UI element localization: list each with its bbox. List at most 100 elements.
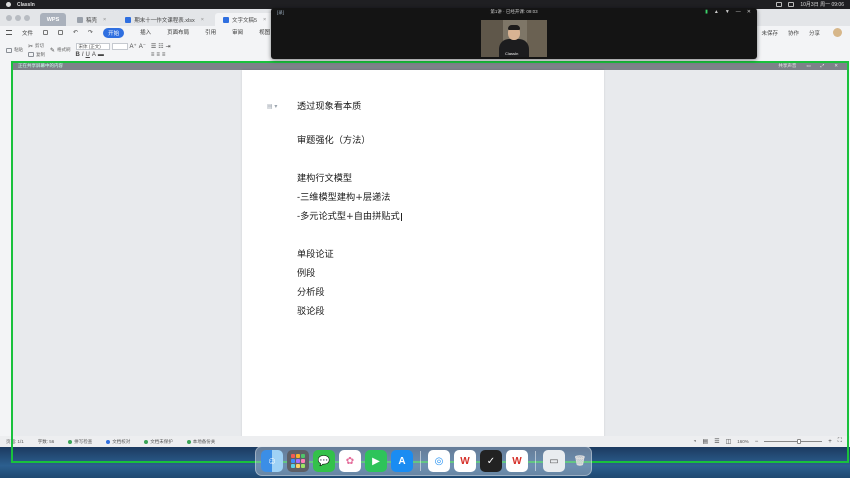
page-layout-icon[interactable]: ▤ ▾ [267,103,277,110]
document-line[interactable]: 例段 [297,265,315,279]
facetime-icon[interactable]: ▶ [365,450,387,472]
ribbon-tab-4[interactable]: 审阅 [232,28,243,38]
undo-icon[interactable]: ↶ [73,29,78,36]
ribbon-tab-3[interactable]: 引用 [205,28,216,38]
grow-font-icon[interactable]: A⁺ [130,43,137,50]
backup-status[interactable]: 本地备份关 [186,439,215,445]
redo-icon[interactable]: ↷ [88,29,93,36]
panel-collapse-icon[interactable]: ▲ [714,9,719,15]
align-left-icon[interactable]: ≡ [151,52,155,58]
bullets-icon[interactable]: ☰ [151,43,156,50]
photos-icon[interactable]: ✿ [339,450,361,472]
panel-close-icon[interactable]: ✕ [747,9,751,15]
apple-icon[interactable] [6,2,11,7]
highlight-icon[interactable]: ▬ [98,52,104,58]
copy-button[interactable]: 复制 [28,52,45,58]
page-view-icon[interactable]: ▤ [703,438,709,445]
active-app-name[interactable]: ClassIn [17,2,35,8]
zoom-out-icon[interactable]: − [755,439,759,445]
web-view-icon[interactable]: ◫ [726,438,732,445]
trash-icon[interactable]: 🗑 [569,450,591,472]
classin-video-panel[interactable]: [录] 第1讲 · 已经开课: 09:03 ▮ ▲ ▼ — ✕ ClassIn [271,8,757,59]
protect-status[interactable]: 文档未保护 [144,439,173,445]
page-count[interactable]: 页面: 1/1 [6,439,24,445]
tab-0[interactable]: WPS [40,13,66,26]
ribbon-tab-5[interactable]: 视图 [259,28,270,38]
document-line[interactable]: 审题强化（方法） [297,132,371,146]
document-line[interactable]: 透过现象看本质 [297,98,361,112]
doc-check-status[interactable]: 文档校对 [106,439,130,445]
document-page[interactable]: ▤ ▾ 透过现象看本质 审题强化（方法） 建构行文模型 -三维模型建构+层递法 -多元论… [242,70,604,442]
file-menu[interactable]: 文件 [22,29,33,37]
document-line[interactable]: 驳论段 [297,303,325,317]
font-size-select[interactable] [111,42,128,50]
print-icon[interactable] [58,30,64,35]
numbering-icon[interactable]: ☷ [158,43,163,50]
minimize-window-button[interactable] [15,14,21,21]
bold-button[interactable]: B [76,52,80,58]
format-painter-button[interactable]: ✎ 格式刷 [50,47,71,54]
zoom-slider[interactable] [764,439,823,444]
classin-icon[interactable]: ✓ [480,450,502,472]
paste-button[interactable]: 粘贴 [6,47,23,53]
wps-docs-icon[interactable]: W [506,450,528,472]
close-window-button[interactable] [6,14,12,21]
document-line[interactable]: -三维模型建构+层递法 [297,189,391,203]
spellcheck-status[interactable]: 拼写检查 [68,439,92,445]
align-center-icon[interactable]: ≡ [156,52,160,58]
close-tab-icon[interactable]: × [263,17,266,23]
screen-share-status-icon[interactable] [776,2,783,7]
indent-icon[interactable]: ⇥ [166,43,171,50]
tab-1[interactable]: 稿壳 × [69,13,114,26]
shrink-font-icon[interactable]: A⁻ [139,43,146,50]
hamburger-menu-icon[interactable] [6,30,12,35]
italic-button[interactable]: I [82,52,84,58]
zoom-slider-knob[interactable] [797,439,802,444]
close-tab-icon[interactable]: × [201,17,204,23]
zoom-in-icon[interactable]: + [828,439,832,445]
wps-office-icon[interactable]: W [454,450,476,472]
appstore-icon[interactable]: A [391,450,413,472]
ribbon-tab-1[interactable]: 插入 [140,28,151,38]
fullscreen-icon[interactable]: ⛶ [838,438,842,445]
ribbon-tab-2[interactable]: 页面布局 [167,28,189,38]
font-name-select[interactable]: 宋体 (正文) [75,42,110,50]
control-center-icon[interactable] [788,2,795,7]
tab-3[interactable]: 文字文稿5 × [214,13,275,26]
clock[interactable]: 10月3日 周一 09:06 [800,1,844,8]
menu-right-item-2[interactable]: 分享 [809,29,820,37]
document-line[interactable]: -多元论式型+自由拼贴式 [297,208,402,222]
menu-right-item-1[interactable]: 协作 [788,29,799,37]
align-right-icon[interactable]: ≡ [162,52,166,58]
zoom-window-button[interactable] [24,14,30,21]
zoom-level[interactable]: 160% [737,439,749,444]
messages-icon[interactable]: 💬 [313,450,335,472]
window-close-icon[interactable]: ✕ [834,63,838,69]
document-canvas[interactable]: ▤ ▾ 透过现象看本质 审题强化（方法） 建构行文模型 -三维模型建构+层递法 -多元论… [12,70,848,442]
panel-minimize-icon[interactable]: — [736,9,741,15]
font-color-icon[interactable]: A [92,52,96,58]
document-line[interactable]: 单段论证 [297,246,334,260]
close-tab-icon[interactable]: × [103,17,106,23]
word-count[interactable]: 字数: 56 [38,439,55,445]
window-restore-icon[interactable]: ▭ [806,63,810,69]
save-icon[interactable] [43,30,49,35]
document-line[interactable]: 建构行文模型 [297,170,352,184]
finder-icon[interactable]: ☺ [261,450,283,472]
launchpad-icon[interactable] [287,450,309,472]
cut-button[interactable]: ✂ 剪切 [28,43,45,50]
teacher-video[interactable]: ClassIn [481,20,547,57]
tab-2[interactable]: 期末十一作文课程表.xlsx × [117,13,212,26]
user-avatar[interactable] [833,28,842,37]
ribbon-tab-0[interactable]: 开始 [103,27,125,38]
eye-protect-icon[interactable]: ◔ [693,439,697,445]
window-expand-icon[interactable]: ⤢ [821,63,825,69]
preview-icon[interactable]: ▭ [543,450,565,472]
share-audio-toggle[interactable]: 共享声音 [778,63,796,69]
outline-view-icon[interactable]: ☰ [714,438,719,445]
underline-button[interactable]: U [86,52,90,58]
document-line[interactable]: 分析段 [297,284,325,298]
panel-expand-icon[interactable]: ▼ [725,9,730,15]
menu-right-item-0[interactable]: 未保存 [761,29,778,37]
safari-icon[interactable]: ◎ [428,450,450,472]
